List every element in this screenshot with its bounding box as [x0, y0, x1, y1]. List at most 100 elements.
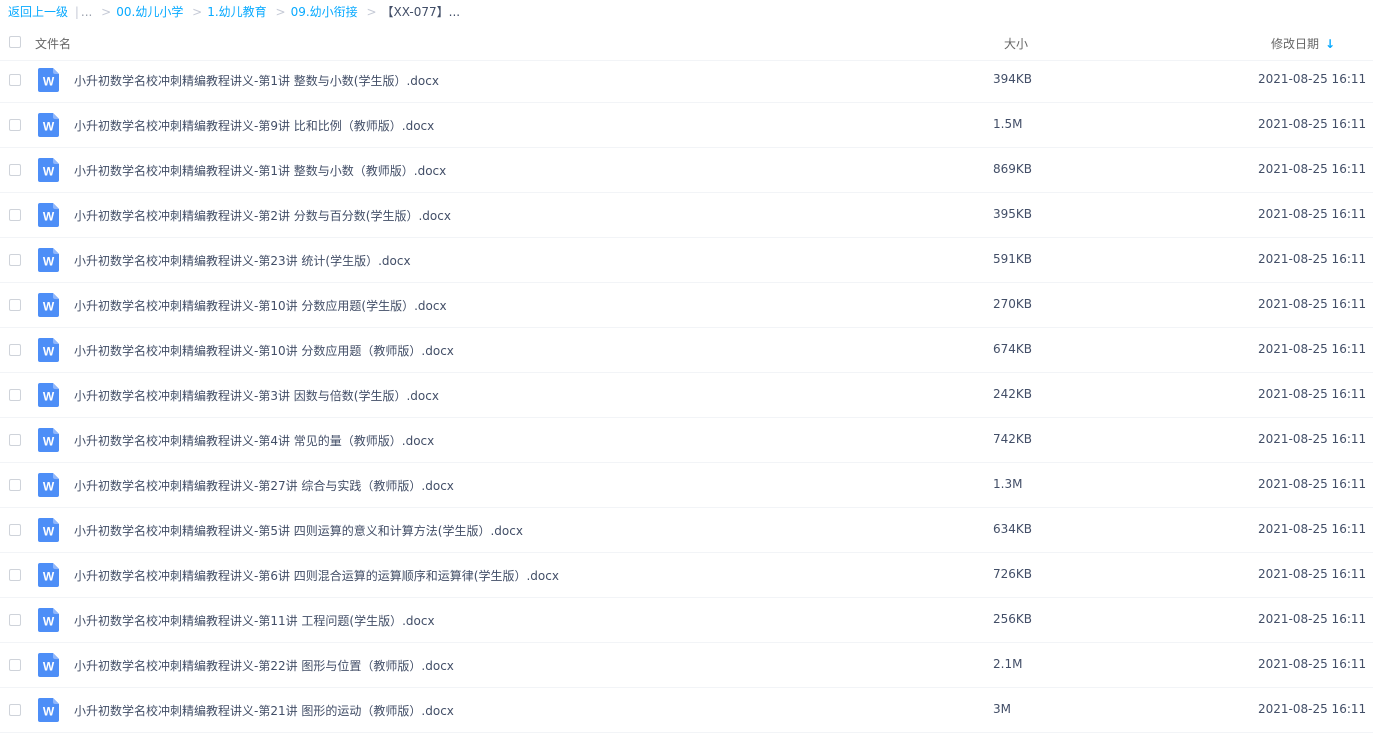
file-row[interactable]: W 小升初数学名校冲刺精编教程讲义-第27讲 综合与实践（教师版）.docx 1.3…: [0, 463, 1373, 508]
word-doc-icon[interactable]: W: [38, 338, 59, 362]
file-row[interactable]: W 小升初数学名校冲刺精编教程讲义-第1讲 整数与小数(学生版）.docx 394K…: [0, 58, 1373, 103]
file-name[interactable]: 小升初数学名校冲刺精编教程讲义-第4讲 常见的量（教师版）.docx: [74, 432, 434, 449]
word-doc-icon[interactable]: W: [38, 473, 59, 497]
word-doc-icon[interactable]: W: [38, 248, 59, 272]
word-doc-icon[interactable]: W: [38, 608, 59, 632]
file-date: 2021-08-25 16:11: [1258, 432, 1367, 446]
word-doc-icon[interactable]: W: [38, 293, 59, 317]
breadcrumb-sep: >: [275, 5, 286, 19]
word-doc-icon-letter: W: [43, 390, 55, 404]
column-header-size[interactable]: 大小: [1004, 35, 1028, 52]
breadcrumb-item-early-education[interactable]: 1.幼儿教育: [207, 5, 266, 19]
file-date: 2021-08-25 16:11: [1258, 252, 1367, 266]
row-checkbox[interactable]: [9, 569, 21, 581]
file-row[interactable]: W 小升初数学名校冲刺精编教程讲义-第10讲 分数应用题(学生版）.docx 270…: [0, 283, 1373, 328]
file-date: 2021-08-25 16:11: [1258, 477, 1367, 491]
row-checkbox[interactable]: [9, 344, 21, 356]
row-checkbox[interactable]: [9, 614, 21, 626]
file-size: 726KB: [993, 567, 1033, 581]
file-row[interactable]: W 小升初数学名校冲刺精编教程讲义-第6讲 四则混合运算的运算顺序和运算律(学生版…: [0, 553, 1373, 598]
file-date: 2021-08-25 16:11: [1258, 72, 1367, 86]
word-doc-icon[interactable]: W: [38, 203, 59, 227]
row-checkbox[interactable]: [9, 479, 21, 491]
back-link[interactable]: 返回上一级: [8, 5, 68, 19]
row-checkbox[interactable]: [9, 209, 21, 221]
word-doc-icon[interactable]: W: [38, 428, 59, 452]
file-size: 591KB: [993, 252, 1033, 266]
breadcrumb-item-primary-school[interactable]: 00.幼儿小学: [116, 5, 183, 19]
file-name[interactable]: 小升初数学名校冲刺精编教程讲义-第11讲 工程问题(学生版）.docx: [74, 612, 435, 629]
row-checkbox[interactable]: [9, 524, 21, 536]
file-size: 242KB: [993, 387, 1033, 401]
breadcrumb: 返回上一级 |... >00.幼儿小学 >1.幼儿教育 >09.幼小衔接 > 【X…: [8, 3, 460, 21]
file-name[interactable]: 小升初数学名校冲刺精编教程讲义-第27讲 综合与实践（教师版）.docx: [74, 477, 454, 494]
file-size: 674KB: [993, 342, 1033, 356]
row-checkbox[interactable]: [9, 299, 21, 311]
file-row[interactable]: W 小升初数学名校冲刺精编教程讲义-第4讲 常见的量（教师版）.docx 742KB…: [0, 418, 1373, 463]
breadcrumb-item-transition[interactable]: 09.幼小衔接: [291, 5, 358, 19]
word-doc-icon-letter: W: [43, 210, 55, 224]
word-doc-icon[interactable]: W: [38, 518, 59, 542]
file-size: 3M: [993, 702, 1011, 716]
row-checkbox[interactable]: [9, 74, 21, 86]
word-doc-icon[interactable]: W: [38, 698, 59, 722]
sort-desc-icon[interactable]: ↓: [1325, 37, 1335, 51]
word-doc-icon-letter: W: [43, 435, 55, 449]
row-checkbox[interactable]: [9, 434, 21, 446]
row-checkbox[interactable]: [9, 164, 21, 176]
file-date: 2021-08-25 16:11: [1258, 207, 1367, 221]
file-row[interactable]: W 小升初数学名校冲刺精编教程讲义-第11讲 工程问题(学生版）.docx 256K…: [0, 598, 1373, 643]
file-name[interactable]: 小升初数学名校冲刺精编教程讲义-第9讲 比和比例（教师版）.docx: [74, 117, 434, 134]
file-row[interactable]: W 小升初数学名校冲刺精编教程讲义-第3讲 因数与倍数(学生版）.docx 242K…: [0, 373, 1373, 418]
file-row[interactable]: W 小升初数学名校冲刺精编教程讲义-第1讲 整数与小数（教师版）.docx 869K…: [0, 148, 1373, 193]
word-doc-icon-letter: W: [43, 75, 55, 89]
word-doc-icon-letter: W: [43, 165, 55, 179]
file-row[interactable]: W 小升初数学名校冲刺精编教程讲义-第9讲 比和比例（教师版）.docx 1.5M 2…: [0, 103, 1373, 148]
file-name[interactable]: 小升初数学名校冲刺精编教程讲义-第6讲 四则混合运算的运算顺序和运算律(学生版）…: [74, 567, 559, 584]
file-name[interactable]: 小升初数学名校冲刺精编教程讲义-第10讲 分数应用题（教师版）.docx: [74, 342, 454, 359]
word-doc-icon-letter: W: [43, 480, 55, 494]
word-doc-icon[interactable]: W: [38, 383, 59, 407]
word-doc-icon[interactable]: W: [38, 68, 59, 92]
file-name[interactable]: 小升初数学名校冲刺精编教程讲义-第21讲 图形的运动（教师版）.docx: [74, 702, 454, 719]
word-doc-icon[interactable]: W: [38, 158, 59, 182]
row-checkbox[interactable]: [9, 119, 21, 131]
file-name[interactable]: 小升初数学名校冲刺精编教程讲义-第1讲 整数与小数（教师版）.docx: [74, 162, 446, 179]
row-checkbox[interactable]: [9, 254, 21, 266]
word-doc-icon[interactable]: W: [38, 563, 59, 587]
file-row[interactable]: W 小升初数学名校冲刺精编教程讲义-第22讲 图形与位置（教师版）.docx 2.1…: [0, 643, 1373, 688]
file-name[interactable]: 小升初数学名校冲刺精编教程讲义-第1讲 整数与小数(学生版）.docx: [74, 72, 439, 89]
file-size: 395KB: [993, 207, 1033, 221]
breadcrumb-ellipsis[interactable]: ...: [81, 5, 92, 19]
column-header-date[interactable]: 修改日期 ↓: [1271, 35, 1335, 52]
row-checkbox[interactable]: [9, 389, 21, 401]
row-checkbox[interactable]: [9, 659, 21, 671]
file-name[interactable]: 小升初数学名校冲刺精编教程讲义-第22讲 图形与位置（教师版）.docx: [74, 657, 454, 674]
file-row[interactable]: W 小升初数学名校冲刺精编教程讲义-第21讲 图形的运动（教师版）.docx 3M 2…: [0, 688, 1373, 733]
file-row[interactable]: W 小升初数学名校冲刺精编教程讲义-第10讲 分数应用题（教师版）.docx 674…: [0, 328, 1373, 373]
file-name[interactable]: 小升初数学名校冲刺精编教程讲义-第2讲 分数与百分数(学生版）.docx: [74, 207, 451, 224]
file-name[interactable]: 小升初数学名校冲刺精编教程讲义-第23讲 统计(学生版）.docx: [74, 252, 411, 269]
file-name[interactable]: 小升初数学名校冲刺精编教程讲义-第3讲 因数与倍数(学生版）.docx: [74, 387, 439, 404]
file-size: 2.1M: [993, 657, 1023, 671]
breadcrumb-current: 【XX-077】...: [381, 5, 461, 19]
word-doc-icon[interactable]: W: [38, 653, 59, 677]
file-row[interactable]: W 小升初数学名校冲刺精编教程讲义-第23讲 统计(学生版）.docx 591KB 2…: [0, 238, 1373, 283]
file-date: 2021-08-25 16:11: [1258, 117, 1367, 131]
column-header-name[interactable]: 文件名: [35, 35, 71, 52]
file-name[interactable]: 小升初数学名校冲刺精编教程讲义-第5讲 四则运算的意义和计算方法(学生版）.do…: [74, 522, 523, 539]
file-date: 2021-08-25 16:11: [1258, 522, 1367, 536]
file-name[interactable]: 小升初数学名校冲刺精编教程讲义-第10讲 分数应用题(学生版）.docx: [74, 297, 447, 314]
word-doc-icon-letter: W: [43, 345, 55, 359]
word-doc-icon-letter: W: [43, 705, 55, 719]
file-list[interactable]: W小升初数学名校冲刺精编教程讲义-第13讲 逻辑问题（教师版）.docx1.8M…: [0, 35, 1373, 741]
word-doc-icon-letter: W: [43, 615, 55, 629]
select-all-checkbox[interactable]: [9, 36, 21, 48]
file-size: 742KB: [993, 432, 1033, 446]
file-row[interactable]: W 小升初数学名校冲刺精编教程讲义-第5讲 四则运算的意义和计算方法(学生版）.d…: [0, 508, 1373, 553]
file-row[interactable]: W 小升初数学名校冲刺精编教程讲义-第2讲 分数与百分数(学生版）.docx 395…: [0, 193, 1373, 238]
file-size: 256KB: [993, 612, 1033, 626]
row-checkbox[interactable]: [9, 704, 21, 716]
word-doc-icon[interactable]: W: [38, 113, 59, 137]
file-size: 869KB: [993, 162, 1033, 176]
